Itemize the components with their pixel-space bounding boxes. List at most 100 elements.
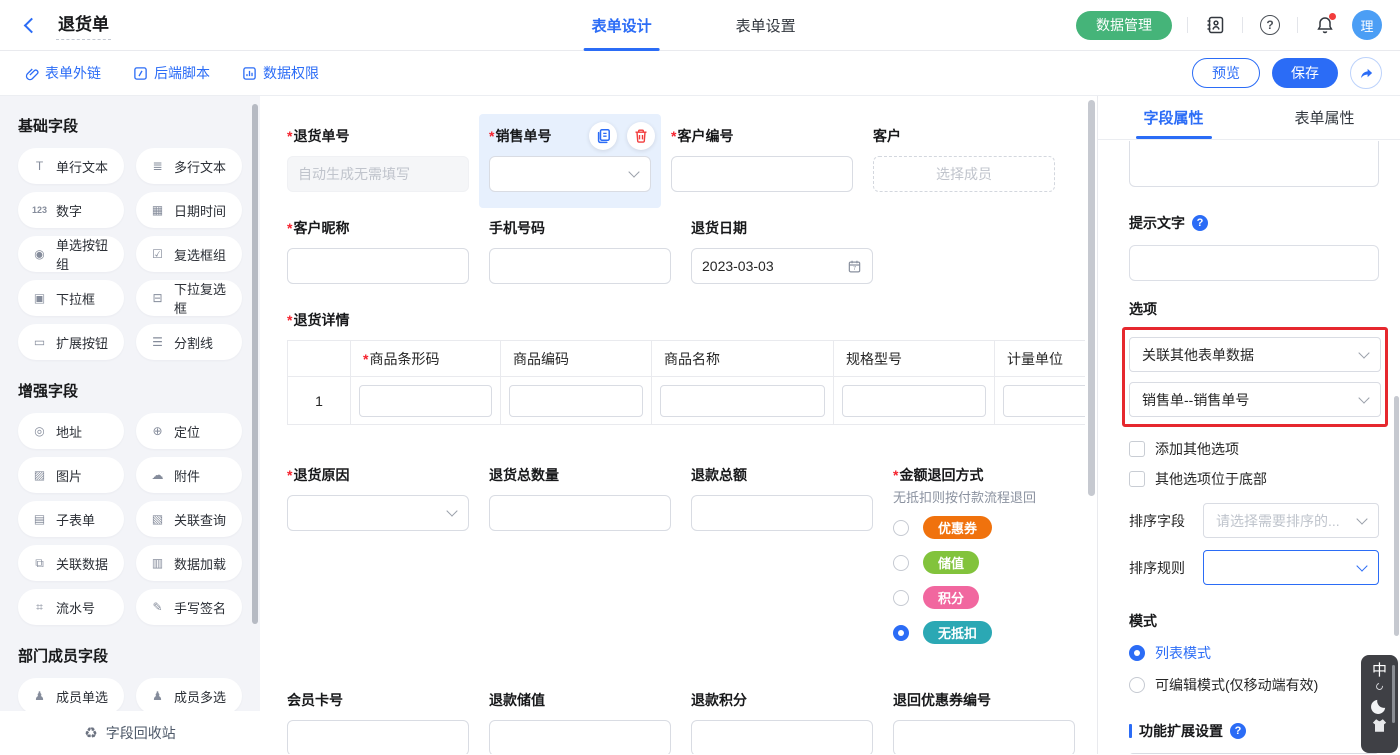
field-type-item[interactable]: ♟成员单选 — [18, 678, 124, 714]
field-customer-nickname[interactable]: *客户昵称 — [287, 218, 469, 284]
dark-mode-toggle[interactable] — [1371, 696, 1389, 714]
language-toggle[interactable]: 中 — [1372, 663, 1387, 678]
unit-cell-input[interactable] — [1003, 385, 1085, 417]
field-type-item[interactable]: ▣下拉框 — [18, 280, 124, 316]
tab-field-properties[interactable]: 字段属性 — [1098, 96, 1249, 139]
field-type-item[interactable]: ⌗流水号 — [18, 589, 124, 625]
field-type-item[interactable]: ▥数据加载 — [136, 545, 242, 581]
sort-field-select[interactable]: 请选择需要排序的... — [1203, 503, 1379, 538]
radio-icon[interactable] — [893, 590, 909, 606]
field-type-item[interactable]: ▤子表单 — [18, 501, 124, 537]
field-recycle-station[interactable]: ♻ 字段回收站 — [0, 711, 260, 754]
share-button[interactable] — [1350, 57, 1382, 89]
page-title[interactable]: 退货单 — [56, 10, 111, 40]
field-type-item[interactable]: ▦日期时间 — [136, 192, 242, 228]
return-date-picker[interactable]: 2023-03-03 7 — [691, 248, 873, 284]
field-member-card-no[interactable]: 会员卡号 — [287, 690, 469, 754]
help-icon[interactable]: ? — [1230, 723, 1246, 739]
copy-field-button[interactable] — [589, 122, 617, 150]
field-return-reason[interactable]: *退货原因 — [287, 465, 469, 531]
field-type-item[interactable]: ⊕定位 — [136, 413, 242, 449]
field-type-item[interactable]: 123数字 — [18, 192, 124, 228]
field-type-item[interactable]: ◉单选按钮组 — [18, 236, 124, 272]
customer-no-input[interactable] — [671, 156, 853, 192]
help-icon[interactable]: ? — [1258, 13, 1282, 37]
refund-stored-value-input[interactable] — [489, 720, 671, 754]
spec-model-cell-input[interactable] — [842, 385, 986, 417]
field-refund-stored-value[interactable]: 退款储值 — [489, 690, 671, 754]
field-type-item[interactable]: ▨图片 — [18, 457, 124, 493]
product-code-cell-input[interactable] — [509, 385, 643, 417]
field-type-item[interactable]: ▧关联查询 — [136, 501, 242, 537]
field-return-date[interactable]: 退货日期 2023-03-03 7 — [691, 218, 873, 284]
avatar[interactable]: 理 — [1352, 10, 1382, 40]
field-total-quantity[interactable]: 退货总数量 — [489, 465, 671, 531]
total-refund-input[interactable] — [691, 495, 873, 531]
field-total-refund[interactable]: 退款总额 — [691, 465, 873, 531]
customer-nickname-input[interactable] — [287, 248, 469, 284]
hint-text-input[interactable] — [1129, 245, 1379, 281]
mobile-input[interactable] — [489, 248, 671, 284]
field-type-item[interactable]: ⧉关联数据 — [18, 545, 124, 581]
field-return-order-no[interactable]: *退货单号 — [287, 126, 469, 192]
tab-form-settings[interactable]: 表单设置 — [732, 0, 800, 51]
checkbox-icon[interactable] — [1129, 471, 1145, 487]
field-type-item[interactable]: ▭扩展按钮 — [18, 324, 124, 360]
refund-points-input[interactable] — [691, 720, 873, 754]
sales-order-no-select[interactable] — [489, 156, 651, 192]
notification-bell-icon[interactable] — [1313, 13, 1337, 37]
field-customer-no[interactable]: *客户编号 — [671, 126, 853, 192]
field-type-item[interactable]: ✎手写签名 — [136, 589, 242, 625]
refund-option-no-deduction[interactable]: 无抵扣 — [893, 621, 1075, 644]
tab-form-properties[interactable]: 表单属性 — [1249, 96, 1400, 139]
preview-button[interactable]: 预览 — [1192, 58, 1260, 88]
contacts-book-icon[interactable] — [1203, 13, 1227, 37]
return-order-no-input[interactable] — [287, 156, 469, 192]
barcode-cell-input[interactable] — [359, 385, 492, 417]
sort-rule-select[interactable] — [1203, 550, 1379, 585]
backend-script-link[interactable]: 后端脚本 — [133, 63, 210, 83]
panel-scrollbar[interactable] — [1394, 396, 1399, 636]
refund-option-points[interactable]: 积分 — [893, 586, 1075, 609]
radio-selected-icon[interactable] — [893, 625, 909, 641]
add-other-option-checkbox-row[interactable]: 添加其他选项 — [1129, 439, 1379, 459]
refund-option-coupon[interactable]: 优惠券 — [893, 516, 1075, 539]
sidebar-scrollbar[interactable] — [252, 104, 258, 624]
field-refund-method[interactable]: *金额退回方式 无抵扣则按付款流程退回 优惠券 储值 积分 — [893, 465, 1075, 656]
field-type-item[interactable]: ☰分割线 — [136, 324, 242, 360]
mode-list-radio-row[interactable]: 列表模式 — [1129, 643, 1379, 663]
field-type-item[interactable]: ◎地址 — [18, 413, 124, 449]
field-type-item[interactable]: ⊟下拉复选框 — [136, 280, 242, 316]
other-option-bottom-checkbox-row[interactable]: 其他选项位于底部 — [1129, 469, 1379, 489]
option-field-select[interactable]: 销售单--销售单号 — [1129, 382, 1381, 417]
help-icon[interactable]: ? — [1192, 215, 1208, 231]
radio-selected-icon[interactable] — [1129, 645, 1145, 661]
field-return-coupon-no[interactable]: 退回优惠券编号 — [893, 690, 1075, 754]
field-mobile[interactable]: 手机号码 — [489, 218, 671, 284]
save-button[interactable]: 保存 — [1272, 58, 1338, 88]
radio-icon[interactable] — [893, 555, 909, 571]
canvas-scrollbar[interactable] — [1088, 100, 1095, 496]
checkbox-icon[interactable] — [1129, 441, 1145, 457]
field-type-item[interactable]: T单行文本 — [18, 148, 124, 184]
add-action-button[interactable]: 添加操作 — [1129, 753, 1379, 754]
product-name-cell-input[interactable] — [660, 385, 825, 417]
mode-editable-radio-row[interactable]: 可编辑模式(仅移动端有效) — [1129, 675, 1379, 695]
delete-field-button[interactable] — [627, 122, 655, 150]
field-type-item[interactable]: ☁附件 — [136, 457, 242, 493]
field-sales-order-no-selected[interactable]: *销售单号 — [479, 114, 661, 208]
radio-icon[interactable] — [893, 520, 909, 536]
select-member-button[interactable]: 选择成员 — [873, 156, 1055, 192]
return-coupon-no-input[interactable] — [893, 720, 1075, 754]
field-customer[interactable]: 客户 选择成员 — [873, 126, 1055, 192]
field-refund-points[interactable]: 退款积分 — [691, 690, 873, 754]
return-reason-select[interactable] — [287, 495, 469, 531]
option-source-select[interactable]: 关联其他表单数据 — [1129, 337, 1381, 372]
total-quantity-input[interactable] — [489, 495, 671, 531]
radio-icon[interactable] — [1129, 677, 1145, 693]
field-type-item[interactable]: ☑复选框组 — [136, 236, 242, 272]
back-button[interactable] — [20, 14, 42, 36]
refund-option-stored-value[interactable]: 储值 — [893, 551, 1075, 574]
member-card-no-input[interactable] — [287, 720, 469, 754]
data-manage-button[interactable]: 数据管理 — [1076, 11, 1172, 40]
